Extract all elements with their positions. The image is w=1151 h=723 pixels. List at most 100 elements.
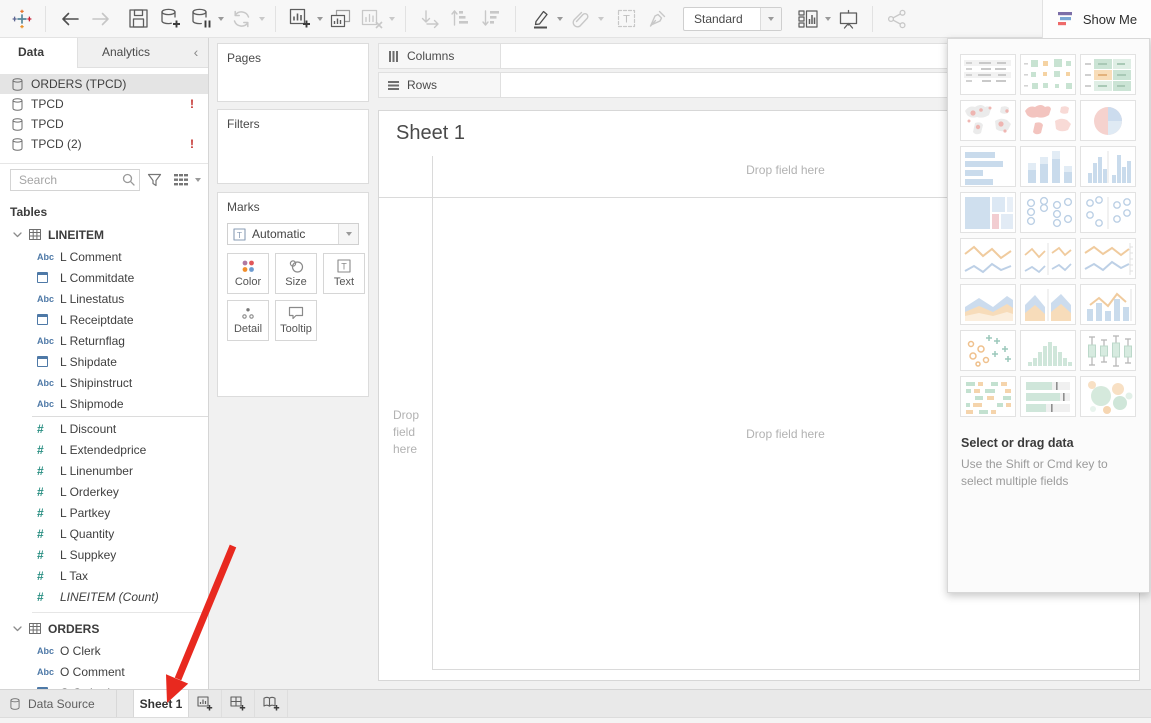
swap-rows-columns-button[interactable] — [417, 6, 442, 32]
showme-circle-views-thumbnail[interactable] — [1020, 192, 1076, 233]
field-row[interactable]: L Shipmode — [0, 393, 208, 414]
showme-dual-combination-thumbnail[interactable] — [1080, 284, 1136, 325]
field-row[interactable]: L Orderkey — [0, 481, 208, 502]
mark-type-caret[interactable] — [338, 224, 358, 244]
new-worksheet-dropdown[interactable] — [317, 17, 323, 21]
data-source-tab[interactable]: Data Source — [0, 690, 117, 717]
showme-highlight-table-thumbnail[interactable] — [1080, 54, 1136, 95]
field-row[interactable]: O Orderdate — [0, 682, 208, 689]
showme-scatter-plot-thumbnail[interactable] — [960, 330, 1016, 371]
showme-discrete-area-thumbnail[interactable] — [1020, 284, 1076, 325]
show-mark-labels-button[interactable]: T — [614, 6, 639, 32]
field-row[interactable]: L Returnflag — [0, 330, 208, 351]
show-hide-cards-dropdown[interactable] — [825, 17, 831, 21]
showme-histogram-thumbnail[interactable] — [1020, 330, 1076, 371]
new-worksheet-button[interactable] — [287, 6, 312, 32]
field-row[interactable]: L Quantity — [0, 523, 208, 544]
text-button[interactable]: T Text — [323, 253, 365, 294]
group-members-button[interactable] — [568, 6, 593, 32]
clear-sheet-button[interactable] — [359, 6, 384, 32]
field-row[interactable]: O Comment — [0, 661, 208, 682]
pages-shelf[interactable]: Pages — [217, 43, 369, 102]
showme-discrete-lines-thumbnail[interactable] — [1020, 238, 1076, 279]
run-auto-updates-button[interactable] — [229, 6, 254, 32]
field-row[interactable]: L Extendedprice — [0, 439, 208, 460]
showme-treemap-thumbnail[interactable] — [960, 192, 1016, 233]
size-button[interactable]: Size — [275, 253, 317, 294]
field-row[interactable]: L Shipdate — [0, 351, 208, 372]
run-auto-updates-dropdown[interactable] — [259, 17, 265, 21]
data-source-item[interactable]: ORDERS (TPCD) ! — [0, 74, 208, 94]
sort-ascending-button[interactable] — [448, 6, 473, 32]
showme-side-by-side-circles-thumbnail[interactable] — [1080, 192, 1136, 233]
showme-stacked-bars-thumbnail[interactable] — [1020, 146, 1076, 187]
showme-continuous-lines-thumbnail[interactable] — [960, 238, 1016, 279]
table-header-orders[interactable]: ORDERS — [0, 617, 208, 640]
field-row[interactable]: L Comment — [0, 246, 208, 267]
tab-analytics[interactable]: Analytics — [78, 38, 184, 67]
new-dashboard-tab-button[interactable] — [222, 690, 255, 717]
showme-horizontal-bars-thumbnail[interactable] — [960, 146, 1016, 187]
save-button[interactable] — [126, 6, 151, 32]
sort-descending-button[interactable] — [479, 6, 504, 32]
filters-shelf[interactable]: Filters — [217, 109, 369, 184]
data-source-item[interactable]: TPCD ! — [0, 114, 208, 134]
detail-button[interactable]: Detail — [227, 300, 269, 341]
highlight-button[interactable] — [527, 6, 552, 32]
drop-zone-rows[interactable]: Drop field here — [393, 407, 429, 458]
table-header-lineitem[interactable]: LINEITEM — [0, 223, 208, 246]
field-row[interactable]: L Suppkey — [0, 544, 208, 565]
mark-type-dropdown[interactable]: T Automatic — [227, 223, 359, 245]
fix-axes-pin-icon[interactable] — [645, 6, 670, 32]
field-row[interactable]: O Clerk — [0, 640, 208, 661]
sheet-tab-active[interactable]: Sheet 1 — [133, 690, 189, 717]
duplicate-button[interactable] — [328, 6, 353, 32]
fit-selector-caret[interactable] — [760, 8, 781, 30]
collapse-pane-icon[interactable]: ‹ — [184, 38, 208, 67]
show-me-button[interactable]: Show Me — [1042, 0, 1151, 38]
filter-fields-icon[interactable] — [147, 173, 162, 187]
view-options-icon[interactable] — [174, 174, 189, 186]
showme-dual-lines-thumbnail[interactable] — [1080, 238, 1136, 279]
rows-shelf[interactable]: Rows — [378, 72, 948, 98]
new-data-source-button[interactable] — [157, 6, 182, 32]
field-row[interactable]: L Linenumber — [0, 460, 208, 481]
group-members-dropdown[interactable] — [598, 17, 604, 21]
showme-gantt-thumbnail[interactable] — [960, 376, 1016, 417]
undo-button[interactable] — [57, 6, 82, 32]
field-row[interactable]: L Partkey — [0, 502, 208, 523]
new-story-tab-button[interactable] — [255, 690, 288, 717]
showme-box-and-whisker-thumbnail[interactable] — [1080, 330, 1136, 371]
color-button[interactable]: Color — [227, 253, 269, 294]
showme-continuous-area-thumbnail[interactable] — [960, 284, 1016, 325]
presentation-mode-button[interactable] — [836, 6, 861, 32]
field-row[interactable]: L Discount — [0, 418, 208, 439]
show-hide-cards-button[interactable] — [795, 6, 820, 32]
data-source-item[interactable]: TPCD ! — [0, 94, 208, 114]
field-row[interactable]: L Tax — [0, 565, 208, 586]
field-row[interactable]: LINEITEM (Count) — [0, 586, 208, 607]
showme-heat-map-thumbnail[interactable] — [1020, 54, 1076, 95]
showme-filled-map-thumbnail[interactable] — [1020, 100, 1076, 141]
clear-sheet-dropdown[interactable] — [389, 17, 395, 21]
field-row[interactable]: L Commitdate — [0, 267, 208, 288]
showme-symbol-map-thumbnail[interactable] — [960, 100, 1016, 141]
share-workbook-button[interactable] — [884, 6, 909, 32]
columns-shelf[interactable]: Columns — [378, 43, 948, 69]
tab-data[interactable]: Data — [0, 38, 78, 68]
pause-auto-updates-dropdown[interactable] — [218, 17, 224, 21]
showme-pie-chart-thumbnail[interactable] — [1080, 100, 1136, 141]
highlight-dropdown[interactable] — [557, 17, 563, 21]
field-row[interactable]: L Receiptdate — [0, 309, 208, 330]
new-worksheet-tab-button[interactable] — [189, 690, 222, 717]
view-options-dropdown[interactable] — [195, 178, 201, 182]
search-input[interactable] — [10, 169, 140, 191]
pause-auto-updates-button[interactable] — [188, 6, 213, 32]
showme-bullet-graph-thumbnail[interactable] — [1020, 376, 1076, 417]
field-row[interactable]: L Shipinstruct — [0, 372, 208, 393]
showme-text-table-thumbnail[interactable] — [960, 54, 1016, 95]
showme-side-by-side-bars-thumbnail[interactable] — [1080, 146, 1136, 187]
showme-packed-bubbles-thumbnail[interactable] — [1080, 376, 1136, 417]
fit-selector[interactable]: Standard — [683, 7, 782, 31]
field-row[interactable]: L Linestatus — [0, 288, 208, 309]
